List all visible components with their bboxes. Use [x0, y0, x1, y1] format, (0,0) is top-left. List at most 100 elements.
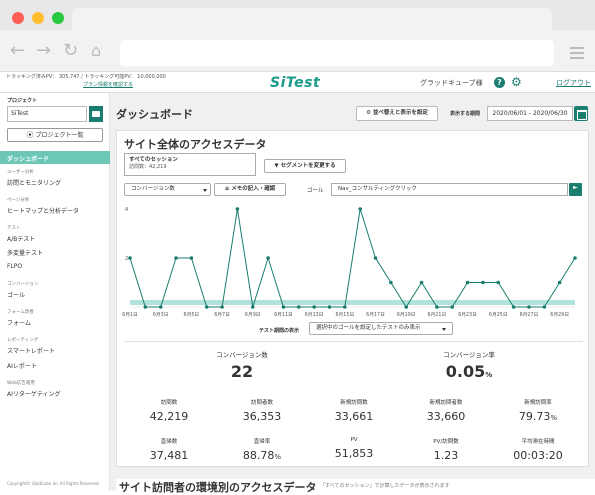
help-icon[interactable]: ?: [494, 77, 505, 88]
main-content: ダッシュボード ⚙ 並べ替えと表示を設定 表示する期間 2020/06/01 -…: [110, 93, 595, 495]
sidebar-item-visits[interactable]: 訪問とモニタリング: [7, 178, 61, 187]
stat-label: 訪問者数: [250, 400, 273, 406]
test-display-value: 選択中のゴールを設定したテストのみ表示: [316, 325, 421, 331]
x-tick-label: 6月7日: [214, 312, 230, 318]
folder-icon[interactable]: [89, 106, 103, 122]
x-tick-label: 6月23日: [458, 312, 477, 318]
data-point: [327, 305, 332, 309]
change-segment-button[interactable]: ▼ セグメントを変更する: [264, 159, 346, 173]
cvr-label: コンバージョン率: [443, 351, 495, 359]
chevron-down-icon: [442, 328, 446, 331]
project-field[interactable]: SiTest: [7, 106, 87, 122]
sidebar-section-title: ページ分析: [7, 198, 30, 203]
x-tick-label: 6月15日: [335, 312, 354, 318]
data-point: [296, 305, 301, 309]
list-icon: ≡: [224, 186, 230, 192]
data-point: [312, 305, 316, 309]
cvr-unit: %: [485, 371, 493, 379]
sidebar-section-title: ユーザー分析: [7, 170, 34, 175]
stat-value: 42,219: [149, 410, 189, 423]
data-point: [266, 256, 270, 260]
gear-icon: ⚙: [366, 110, 371, 116]
sidebar-item-ai-retargeting[interactable]: AIリターゲティング: [7, 389, 61, 398]
conversions-value: 22: [230, 362, 254, 381]
back-arrow-icon[interactable]: ←: [10, 42, 25, 60]
account-name: グラッドキューブ様: [420, 79, 483, 87]
plan-info-link[interactable]: プラン情報を確認する: [83, 81, 133, 88]
session-segment-box: すべてのセッション 訪問数：42,219: [124, 153, 256, 176]
sidebar-item-heatmap[interactable]: ヒートマップと分析データ: [7, 206, 79, 215]
cvr-value: 0.05: [445, 362, 486, 381]
sidebar-item-ab-test[interactable]: A/Bテスト: [7, 234, 35, 243]
x-tick-label: 6月29日: [550, 312, 569, 318]
stat-label: 新規訪問者数: [429, 400, 463, 406]
reload-icon[interactable]: ↻: [63, 42, 78, 60]
stat-pv: PV 51,853: [308, 437, 400, 460]
calendar-icon[interactable]: [574, 106, 588, 121]
maximize-window-dot[interactable]: [52, 12, 64, 24]
data-point: [465, 280, 470, 285]
stat-pv-per-visit: PV/訪問数 1.23: [400, 437, 492, 462]
minimize-window-dot[interactable]: [32, 12, 44, 24]
conversion-line-chart: 4 2 6月1日 6月3日 6月5日 6月7日 6月9日 6月11日 6月13日 6月15日 6月1…: [122, 207, 577, 318]
page-title: ダッシュボード: [116, 108, 193, 121]
x-tick-label: 6月9日: [245, 312, 261, 318]
app-logo[interactable]: SiTest: [270, 75, 320, 91]
stat-avg-time: 平均滞在時間 00:03:20: [492, 437, 584, 462]
test-display-select[interactable]: 選択中のゴールを設定したテストのみ表示: [309, 322, 453, 335]
stat-unit: %: [274, 453, 282, 461]
home-icon[interactable]: ⌂: [91, 42, 101, 60]
stat-label: 平均滞在時間: [521, 439, 555, 445]
sidebar-item-multivariate[interactable]: 多変量テスト: [7, 248, 43, 257]
stat-value: 88.78: [242, 449, 275, 462]
data-point: [343, 305, 347, 309]
data-point: [527, 305, 531, 309]
data-point: [281, 305, 286, 309]
sort-settings-button[interactable]: ⚙ 並べ替えと表示を設定: [356, 106, 438, 121]
data-point: [373, 256, 378, 260]
period-input[interactable]: 2020/06/01 - 2020/06/30: [487, 106, 573, 121]
stat-label: 訪問数: [160, 400, 178, 406]
sidebar-item-dashboard[interactable]: ダッシュボード: [0, 151, 110, 164]
stat-label: 新規訪問率: [524, 400, 552, 406]
logout-link[interactable]: ログアウト: [556, 78, 591, 88]
project-list-button[interactable]: ⦿ プロジェクト一覧: [7, 128, 103, 142]
stat-label: PV/訪問数: [433, 439, 459, 445]
url-bar[interactable]: [120, 40, 554, 66]
x-tick-label: 6月21日: [428, 312, 447, 318]
stat-new-visits: 新規訪問数 33,661: [308, 398, 400, 423]
metric-select[interactable]: コンバージョン数: [124, 183, 211, 196]
conversion-series-line: [129, 208, 576, 308]
x-tick-label: 6月27日: [520, 312, 539, 318]
test-period-band: [130, 300, 575, 305]
stat-value: 33,661: [334, 410, 374, 423]
data-point: [450, 305, 455, 309]
sidebar-item-form[interactable]: フォーム: [7, 318, 31, 327]
sidebar-item-goal[interactable]: ゴール: [7, 290, 25, 299]
browser-tab-bar: [0, 0, 595, 32]
data-point: [220, 305, 224, 309]
stat-visitors: 訪問者数 36,353: [216, 398, 308, 423]
browser-tab[interactable]: [72, 8, 552, 32]
forward-arrow-icon[interactable]: →: [36, 42, 51, 60]
x-tick-label: 6月19日: [397, 312, 416, 318]
sidebar-item-flpo[interactable]: FLPO: [7, 263, 22, 270]
stat-new-visitors: 新規訪問者数 33,660: [400, 398, 492, 423]
flag-icon[interactable]: [569, 183, 582, 196]
gear-icon[interactable]: ⚙: [511, 75, 522, 89]
sidebar-item-ai-report[interactable]: AIレポート: [7, 361, 37, 370]
data-point: [189, 256, 194, 260]
x-tick-label: 6月17日: [366, 312, 385, 318]
memo-button[interactable]: ≡ メモの記入・確認: [214, 183, 286, 196]
filter-icon: ▼: [274, 163, 279, 169]
x-tick-label: 6月13日: [305, 312, 324, 318]
stat-label: 新規訪問数: [340, 400, 368, 406]
browser-menu-icon[interactable]: [570, 47, 584, 59]
data-point: [557, 280, 562, 285]
close-window-dot[interactable]: [12, 12, 24, 24]
goal-select[interactable]: Nav_コンサルティングクリック: [331, 183, 568, 196]
sidebar-item-smart-report[interactable]: スマートレポート: [7, 346, 55, 355]
site-access-card: サイト全体のアクセスデータ すべてのセッション 訪問数：42,219 ▼ セグメ…: [116, 130, 589, 467]
data-point: [542, 305, 547, 309]
test-period-label: テスト期間の表示: [259, 328, 300, 334]
